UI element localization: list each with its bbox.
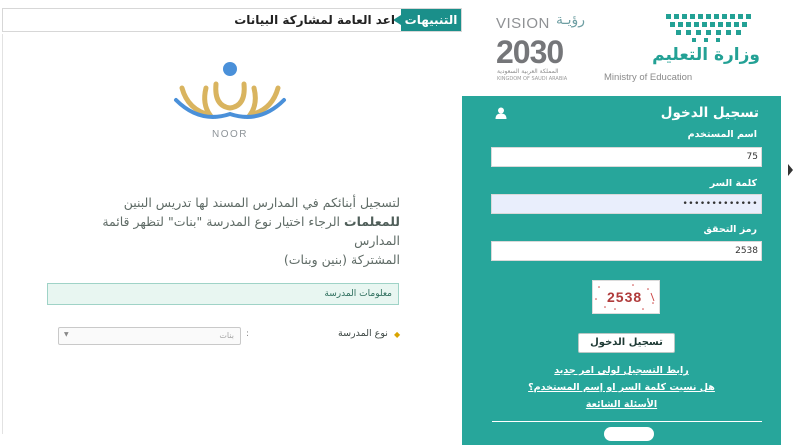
- captcha-image: 2538: [592, 280, 660, 314]
- vision-2030-logo: VISION رؤيـة 2030 المملكة العربية السعود…: [496, 12, 590, 82]
- required-marker-icon: ◆: [394, 330, 401, 339]
- noor-logo: NOOR: [174, 62, 286, 140]
- login-button[interactable]: تسجيل الدخول: [578, 333, 675, 353]
- ministry-dots-icon: [666, 14, 751, 42]
- intro-bold: للمعلمات: [344, 214, 400, 229]
- panel-bottom-button[interactable]: [604, 427, 654, 441]
- ministry-of-education-logo: وزارة التعليم Ministry of Education: [604, 12, 764, 86]
- intro-line-3: المشتركة (بنين وبنات): [283, 252, 400, 267]
- password-input[interactable]: •••••••••••••: [491, 194, 762, 214]
- bottom-edge: [0, 437, 462, 445]
- vision-sub-english: KINGDOM OF SAUDI ARABIA: [497, 76, 568, 82]
- alerts-bar: التنبيهات اعد العامة لمشاركة البيانات: [2, 8, 462, 32]
- vision-sub-arabic: المملكة العربية السعودية: [497, 68, 559, 75]
- intro-text: لتسجيل أبنائكم في المدارس المسند لها تدر…: [55, 193, 400, 269]
- intro-line-1: لتسجيل أبنائكم في المدارس المسند لها تدر…: [123, 195, 400, 210]
- panel-divider: [492, 421, 762, 422]
- page: التنبيهات اعد العامة لمشاركة البيانات NO…: [0, 0, 793, 445]
- login-title: تسجيل الدخول: [660, 105, 759, 121]
- noor-logo-text: NOOR: [212, 129, 248, 140]
- right-edge: [781, 96, 793, 445]
- noor-logo-dot: [223, 62, 237, 76]
- captcha-label: رمز التحقق: [703, 224, 757, 235]
- school-type-select[interactable]: بنات ▼: [58, 327, 241, 345]
- ministry-arabic: وزارة التعليم: [652, 45, 760, 65]
- captcha-text: 2538: [607, 289, 643, 305]
- forgot-credentials-link[interactable]: هل نسيت كلمة السر او إسم المستخدم؟: [462, 382, 781, 393]
- school-type-value: بنات: [219, 331, 234, 340]
- vision-arabic: رؤيـة: [556, 12, 586, 28]
- cursor-icon: [788, 164, 793, 176]
- school-type-colon: :: [246, 329, 250, 339]
- new-parent-link[interactable]: رابط التسجيل لولي امر جديد: [462, 365, 781, 376]
- vision-year: 2030: [496, 34, 564, 70]
- captcha-input[interactable]: 2538: [491, 241, 762, 261]
- alerts-label[interactable]: التنبيهات: [393, 9, 461, 31]
- login-panel: تسجيل الدخول اسم المستخدم 75 كلمة السر •…: [462, 96, 781, 445]
- password-label: كلمة السر: [709, 178, 757, 189]
- user-icon: [495, 107, 507, 119]
- school-type-label: نوع المدرسة: [338, 328, 388, 339]
- alerts-text[interactable]: اعد العامة لمشاركة البيانات: [234, 9, 395, 31]
- username-label: اسم المستخدم: [687, 129, 757, 140]
- username-input[interactable]: 75: [491, 147, 762, 167]
- school-info-section: معلومات المدرسة: [47, 283, 399, 305]
- intro-line-2: للمعلمات الرجاء اختيار نوع المدرسة "بنات…: [55, 212, 400, 250]
- chevron-down-icon: ▼: [64, 331, 69, 338]
- vision-word: VISION: [496, 15, 550, 32]
- school-info-title: معلومات المدرسة: [324, 289, 392, 299]
- faq-link[interactable]: الأسئلة الشائعة: [462, 399, 781, 410]
- ministry-english: Ministry of Education: [604, 72, 693, 83]
